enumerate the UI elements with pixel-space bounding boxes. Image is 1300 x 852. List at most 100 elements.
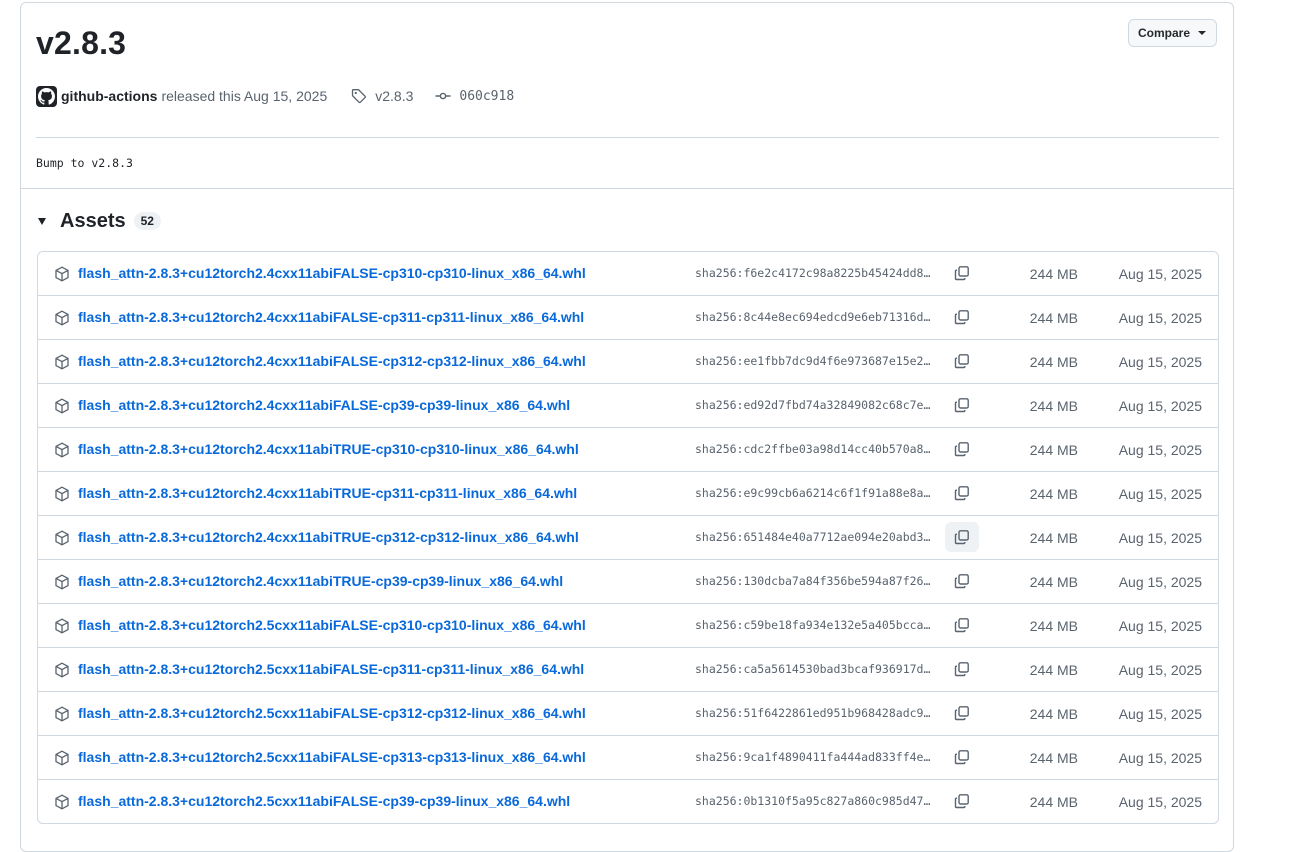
asset-size: 244 MB [1029, 398, 1078, 414]
copy-icon [954, 706, 969, 721]
asset-size: 244 MB [1029, 442, 1078, 458]
copy-icon [954, 310, 969, 325]
asset-size: 244 MB [1029, 574, 1078, 590]
release-meta: github-actions released this Aug 15, 202… [36, 85, 514, 107]
release-author[interactable]: github-actions [61, 88, 157, 104]
package-icon [55, 310, 69, 326]
copy-sha-button[interactable] [945, 742, 979, 772]
asset-row: flash_attn-2.8.3+cu12torch2.5cxx11abiFAL… [38, 691, 1218, 735]
copy-icon [954, 530, 969, 545]
asset-download-link[interactable]: flash_attn-2.8.3+cu12torch2.4cxx11abiTRU… [78, 573, 563, 589]
compare-button[interactable]: Compare [1128, 19, 1218, 47]
package-icon [55, 706, 69, 722]
asset-row: flash_attn-2.8.3+cu12torch2.4cxx11abiFAL… [38, 339, 1218, 383]
package-icon [55, 574, 69, 590]
release-title[interactable]: v2.8.3 [36, 25, 126, 62]
asset-date: Aug 15, 2025 [1118, 442, 1202, 458]
package-icon [55, 398, 69, 414]
asset-download-link[interactable]: flash_attn-2.8.3+cu12torch2.5cxx11abiFAL… [78, 661, 584, 677]
asset-row: flash_attn-2.8.3+cu12torch2.4cxx11abiTRU… [38, 515, 1218, 559]
compare-label: Compare [1138, 26, 1191, 40]
package-icon [55, 794, 69, 810]
asset-download-link[interactable]: flash_attn-2.8.3+cu12torch2.4cxx11abiTRU… [78, 529, 579, 545]
asset-date: Aug 15, 2025 [1118, 266, 1202, 282]
copy-icon [954, 266, 969, 281]
copy-sha-button[interactable] [945, 654, 979, 684]
asset-sha256: sha256:ee1fbb7dc9d4f6e973687e15e2… [695, 354, 931, 368]
copy-sha-button[interactable] [945, 522, 979, 552]
git-commit-icon [435, 92, 451, 100]
asset-download-link[interactable]: flash_attn-2.8.3+cu12torch2.4cxx11abiTRU… [78, 441, 579, 457]
asset-row: flash_attn-2.8.3+cu12torch2.4cxx11abiTRU… [38, 559, 1218, 603]
asset-download-link[interactable]: flash_attn-2.8.3+cu12torch2.5cxx11abiFAL… [78, 749, 586, 765]
asset-download-link[interactable]: flash_attn-2.8.3+cu12torch2.5cxx11abiFAL… [78, 793, 570, 809]
copy-icon [954, 662, 969, 677]
asset-date: Aug 15, 2025 [1118, 530, 1202, 546]
copy-sha-button[interactable] [945, 434, 979, 464]
asset-date: Aug 15, 2025 [1118, 354, 1202, 370]
asset-sha256: sha256:0b1310f5a95c827a860c985d47… [695, 794, 931, 808]
copy-sha-button[interactable] [945, 478, 979, 508]
copy-sha-button[interactable] [945, 566, 979, 596]
release-tag-label: v2.8.3 [375, 88, 414, 104]
asset-size: 244 MB [1029, 354, 1078, 370]
asset-date: Aug 15, 2025 [1118, 706, 1202, 722]
asset-sha256: sha256:c59be18fa934e132e5a405bcca… [695, 618, 931, 632]
copy-icon [954, 618, 969, 633]
package-icon [55, 530, 69, 546]
asset-size: 244 MB [1029, 266, 1078, 282]
asset-download-link[interactable]: flash_attn-2.8.3+cu12torch2.4cxx11abiFAL… [78, 265, 586, 281]
copy-sha-button[interactable] [945, 610, 979, 640]
copy-sha-button[interactable] [945, 786, 979, 816]
package-icon [55, 266, 69, 282]
asset-sha256: sha256:cdc2ffbe03a98d14cc40b570a8… [695, 442, 931, 456]
copy-icon [954, 486, 969, 501]
asset-download-link[interactable]: flash_attn-2.8.3+cu12torch2.4cxx11abiFAL… [78, 353, 586, 369]
release-tag-link[interactable]: v2.8.3 [351, 88, 413, 104]
asset-download-link[interactable]: flash_attn-2.8.3+cu12torch2.4cxx11abiFAL… [78, 309, 584, 325]
release-date-text: released this Aug 15, 2025 [161, 88, 328, 104]
copy-sha-button[interactable] [945, 346, 979, 376]
asset-download-link[interactable]: flash_attn-2.8.3+cu12torch2.5cxx11abiFAL… [78, 617, 586, 633]
asset-download-link[interactable]: flash_attn-2.8.3+cu12torch2.5cxx11abiFAL… [78, 705, 586, 721]
asset-date: Aug 15, 2025 [1118, 310, 1202, 326]
asset-sha256: sha256:51f6422861ed951b968428adc9… [695, 706, 931, 720]
assets-divider [21, 188, 1233, 189]
copy-icon [954, 574, 969, 589]
asset-sha256: sha256:9ca1f4890411fa444ad833ff4e… [695, 750, 931, 764]
asset-download-link[interactable]: flash_attn-2.8.3+cu12torch2.4cxx11abiFAL… [78, 397, 570, 413]
package-icon [55, 662, 69, 678]
asset-download-link[interactable]: flash_attn-2.8.3+cu12torch2.4cxx11abiTRU… [78, 485, 577, 501]
triangle-down-icon [38, 217, 46, 225]
copy-icon [954, 794, 969, 809]
asset-size: 244 MB [1029, 530, 1078, 546]
assets-count-badge: 52 [133, 212, 161, 230]
copy-sha-button[interactable] [945, 390, 979, 420]
asset-size: 244 MB [1029, 618, 1078, 634]
assets-title: Assets [60, 209, 126, 232]
asset-sha256: sha256:f6e2c4172c98a8225b45424dd8… [695, 266, 931, 280]
assets-toggle[interactable]: Assets 52 [36, 209, 161, 233]
package-icon [55, 618, 69, 634]
copy-sha-button[interactable] [945, 698, 979, 728]
asset-size: 244 MB [1029, 486, 1078, 502]
asset-sha256: sha256:8c44e8ec694edcd9e6eb71316d… [695, 310, 931, 324]
header-divider [36, 137, 1219, 138]
asset-sha256: sha256:130dcba7a84f356be594a87f26… [695, 574, 931, 588]
package-icon [55, 354, 69, 370]
github-mark-icon[interactable] [36, 85, 57, 107]
copy-sha-button[interactable] [945, 258, 979, 288]
release-commit-link[interactable]: 060c918 [435, 88, 514, 104]
release-notes: Bump to v2.8.3 [36, 156, 133, 170]
asset-date: Aug 15, 2025 [1118, 794, 1202, 810]
copy-icon [954, 354, 969, 369]
release-commit-sha: 060c918 [459, 88, 515, 104]
asset-row: flash_attn-2.8.3+cu12torch2.4cxx11abiFAL… [38, 295, 1218, 339]
asset-sha256: sha256:e9c99cb6a6214c6f1f91a88e8a… [695, 486, 931, 500]
asset-date: Aug 15, 2025 [1118, 486, 1202, 502]
asset-date: Aug 15, 2025 [1118, 662, 1202, 678]
asset-size: 244 MB [1029, 794, 1078, 810]
asset-row: flash_attn-2.8.3+cu12torch2.4cxx11abiTRU… [38, 471, 1218, 515]
copy-sha-button[interactable] [945, 302, 979, 332]
chevron-down-icon [1198, 31, 1207, 35]
